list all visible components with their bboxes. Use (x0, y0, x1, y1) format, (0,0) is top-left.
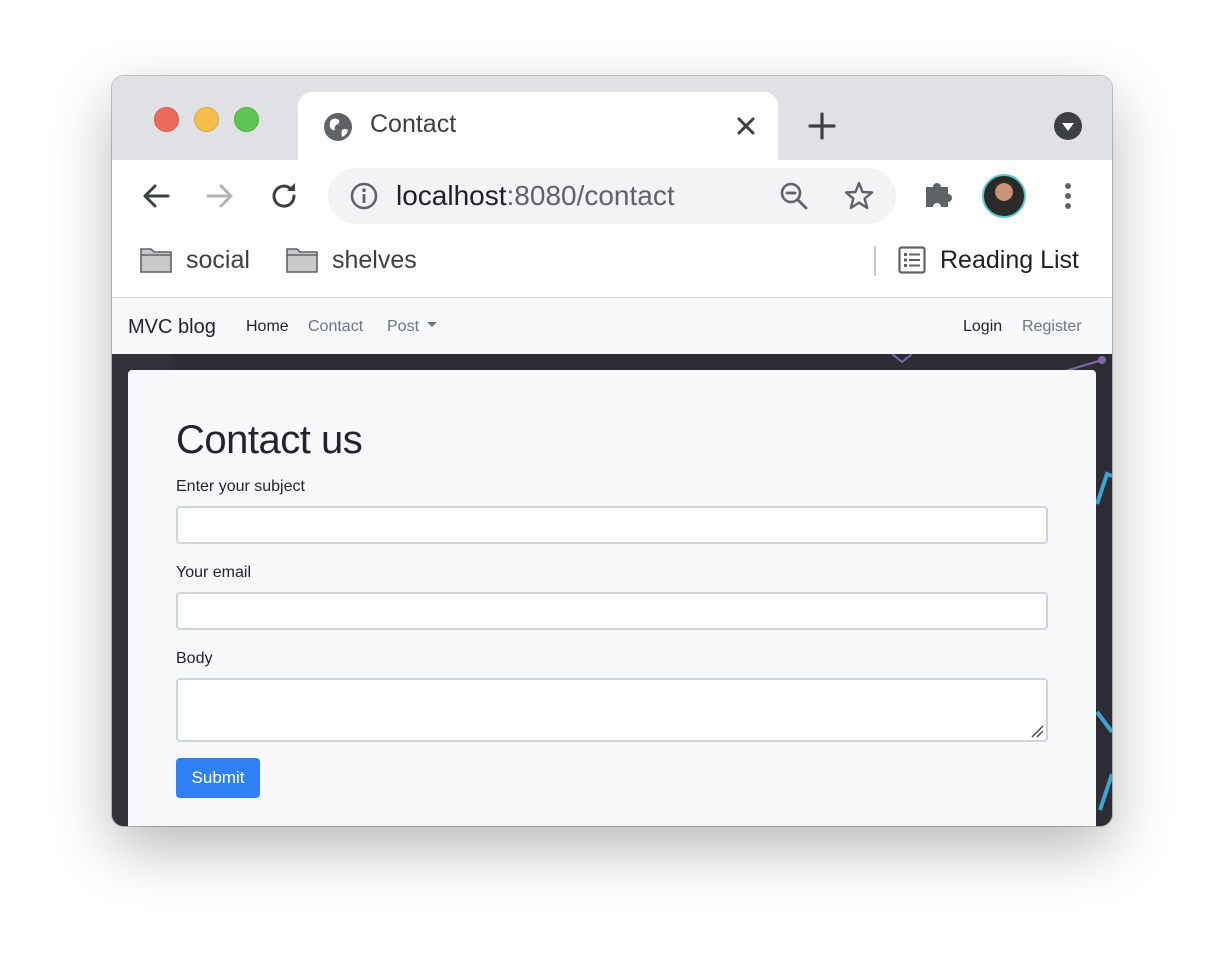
folder-icon (286, 248, 318, 273)
tab-search-icon[interactable] (1053, 111, 1083, 141)
nav-register[interactable]: Register (1022, 318, 1082, 336)
subject-input[interactable] (176, 506, 1048, 544)
tab-strip: Contact (112, 76, 1112, 160)
new-tab-icon[interactable] (806, 110, 838, 142)
submit-button[interactable]: Submit (176, 758, 260, 798)
bookmark-label: social (186, 245, 250, 274)
page-title: Contact us (176, 418, 363, 462)
more-menu-icon[interactable] (1050, 178, 1086, 214)
close-tab-icon[interactable] (732, 112, 760, 140)
body-textarea[interactable] (176, 678, 1048, 742)
bookmark-star-icon[interactable] (842, 179, 876, 213)
minimize-window-button[interactable] (194, 107, 219, 132)
close-window-button[interactable] (154, 107, 179, 132)
tab-contact[interactable]: Contact (298, 92, 778, 160)
reading-list-label: Reading List (940, 245, 1079, 274)
extensions-puzzle-icon[interactable] (922, 177, 954, 209)
bookmark-folder-shelves[interactable]: shelves (286, 242, 417, 278)
address-bar[interactable]: localhost:8080/contact (328, 168, 896, 224)
nav-post-dropdown[interactable]: Post (387, 318, 438, 336)
forward-arrow-icon[interactable] (202, 178, 238, 214)
tab-title: Contact (370, 110, 457, 138)
subject-label: Enter your subject (176, 478, 305, 495)
back-arrow-icon[interactable] (138, 178, 174, 214)
url-text[interactable]: localhost:8080/contact (396, 180, 675, 212)
reading-list-icon (898, 246, 926, 274)
profile-avatar[interactable] (982, 174, 1026, 218)
folder-icon (140, 248, 172, 273)
bookmark-label: shelves (332, 245, 417, 274)
web-page: MVC blog Home Contact Post Login Registe… (112, 298, 1112, 826)
chevron-down-icon (427, 322, 438, 328)
bookmarks-divider (874, 246, 876, 276)
bookmark-folder-social[interactable]: social (140, 242, 250, 278)
resize-handle-icon[interactable] (1030, 724, 1044, 738)
reading-list-button[interactable]: Reading List (898, 242, 1079, 278)
site-navbar: MVC blog Home Contact Post Login Registe… (112, 298, 1112, 354)
bookmarks-bar: social shelves Reading List (112, 232, 1112, 298)
nav-post-label: Post (387, 318, 420, 335)
email-label: Your email (176, 564, 252, 581)
browser-toolbar: localhost:8080/contact (112, 160, 1112, 232)
reload-icon[interactable] (266, 178, 302, 214)
site-brand[interactable]: MVC blog (128, 316, 216, 339)
nav-contact[interactable]: Contact (308, 318, 363, 336)
nav-login[interactable]: Login (963, 318, 1002, 336)
contact-form-card: Contact us Enter your subject Your email… (128, 370, 1096, 826)
zoom-out-icon[interactable] (778, 180, 810, 212)
nav-home[interactable]: Home (246, 318, 289, 336)
globe-icon (324, 113, 352, 141)
site-info-icon[interactable] (348, 180, 380, 212)
maximize-window-button[interactable] (234, 107, 259, 132)
browser-window: Contact localhost:8080/contact social sh… (112, 76, 1112, 826)
email-input[interactable] (176, 592, 1048, 630)
body-label: Body (176, 650, 213, 667)
